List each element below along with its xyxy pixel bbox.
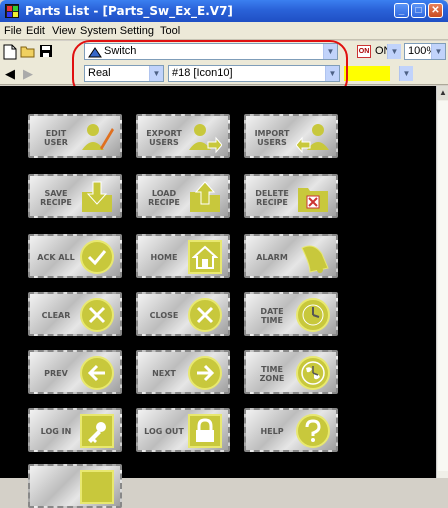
close-panel-button[interactable]: CLOSE — [136, 292, 230, 336]
edit-user-button[interactable]: EDIT USER — [28, 114, 122, 158]
bell-icon — [296, 240, 330, 274]
button-label: DELETE RECIPE — [255, 189, 289, 207]
button-label: HOME — [150, 253, 178, 262]
switch-icon — [88, 47, 102, 58]
chevron-down-icon[interactable]: ▼ — [387, 44, 401, 59]
button-label: TIME ZONE — [259, 365, 285, 383]
load-recipe-button[interactable]: LOAD RECIPE — [136, 174, 230, 218]
button-label: IMPORT USERS — [254, 129, 290, 147]
menu-system-setting[interactable]: System Setting — [80, 25, 154, 37]
chevron-down-icon[interactable]: ▼ — [325, 66, 339, 81]
icon-select[interactable]: #18 [Icon10] ▼ — [168, 65, 340, 82]
chevron-down-icon[interactable]: ▼ — [149, 66, 163, 81]
forward-arrow-icon[interactable]: ▶ — [20, 66, 36, 82]
part-type-select[interactable]: Switch ▼ — [84, 43, 338, 60]
menu-tool[interactable]: Tool — [160, 25, 180, 37]
chevron-down-icon[interactable]: ▼ — [431, 44, 445, 59]
toolbar-top: Switch ▼ ON ON ▼ 100% ▼ — [0, 41, 448, 63]
minimize-button[interactable]: _ — [394, 3, 409, 18]
x-circle-icon — [188, 298, 222, 332]
button-label: CLOSE — [149, 311, 179, 320]
finish-value: Real — [88, 67, 111, 79]
user-export-icon — [188, 120, 223, 154]
new-file-icon[interactable] — [2, 44, 18, 60]
button-label: HELP — [260, 427, 284, 436]
log-out-button[interactable]: LOG OUT — [136, 408, 230, 452]
user-edit-icon — [80, 120, 114, 154]
chevron-down-icon[interactable]: ▼ — [399, 66, 413, 81]
alarm-button[interactable]: ALARM — [244, 234, 338, 278]
scroll-thumb[interactable] — [438, 101, 448, 471]
parts-canvas: EDIT USER EXPORT USERS IMPORT USERS SAVE… — [0, 86, 436, 508]
partial-icon — [80, 470, 114, 504]
button-label: LOG IN — [40, 427, 72, 436]
button-label: NEXT — [152, 369, 176, 378]
maximize-button[interactable]: □ — [411, 3, 426, 18]
open-folder-icon[interactable] — [20, 44, 36, 60]
date-time-button[interactable]: DATE TIME — [244, 292, 338, 336]
folder-delete-icon — [296, 180, 330, 214]
user-import-icon — [295, 120, 330, 154]
chevron-down-icon[interactable]: ▼ — [323, 44, 337, 59]
lock-icon — [188, 414, 222, 448]
save-recipe-button[interactable]: SAVE RECIPE — [28, 174, 122, 218]
partial-button[interactable] — [28, 464, 122, 508]
delete-recipe-button[interactable]: DELETE RECIPE — [244, 174, 338, 218]
button-label: LOG OUT — [144, 427, 184, 436]
arrow-left-icon — [80, 356, 114, 390]
key-icon — [80, 414, 114, 448]
window-title: Parts List - [Parts_Sw_Ex_E.V7] — [25, 4, 233, 18]
next-button[interactable]: NEXT — [136, 350, 230, 394]
color-swatch[interactable] — [344, 66, 390, 81]
time-zone-button[interactable]: TIME ZONE — [244, 350, 338, 394]
button-label: ACK ALL — [37, 253, 75, 262]
vertical-scrollbar[interactable]: ▲ — [436, 86, 448, 478]
button-label: ALARM — [256, 253, 288, 262]
button-label: LOAD RECIPE — [148, 189, 180, 207]
back-arrow-icon[interactable]: ◀ — [2, 66, 18, 82]
log-in-button[interactable]: LOG IN — [28, 408, 122, 452]
prev-button[interactable]: PREV — [28, 350, 122, 394]
scroll-up-arrow-icon[interactable]: ▲ — [437, 86, 448, 100]
on-state-icon[interactable]: ON — [357, 45, 371, 58]
menu-edit[interactable]: Edit — [26, 25, 45, 37]
globe-clock-icon — [296, 356, 330, 390]
save-disk-icon[interactable] — [38, 44, 54, 60]
icon-value: #18 [Icon10] — [172, 67, 233, 79]
folder-load-icon — [188, 180, 222, 214]
menu-view[interactable]: View — [52, 25, 76, 37]
button-label: EDIT USER — [44, 129, 68, 147]
home-icon — [188, 240, 222, 274]
button-label: PREV — [44, 369, 68, 378]
color-select[interactable]: ▼ — [390, 65, 414, 82]
help-button[interactable]: HELP — [244, 408, 338, 452]
folder-save-icon — [80, 180, 114, 214]
finish-select[interactable]: Real ▼ — [84, 65, 164, 82]
question-icon — [296, 414, 330, 448]
check-icon — [80, 240, 114, 274]
export-users-button[interactable]: EXPORT USERS — [136, 114, 230, 158]
clear-button[interactable]: CLEAR — [28, 292, 122, 336]
button-label: SAVE RECIPE — [40, 189, 72, 207]
button-label: EXPORT USERS — [146, 129, 182, 147]
state-select[interactable]: ON ▼ — [372, 43, 402, 60]
menu-bar: File Edit View System Setting Tool — [0, 22, 448, 40]
import-users-button[interactable]: IMPORT USERS — [244, 114, 338, 158]
ack-all-button[interactable]: ACK ALL — [28, 234, 122, 278]
button-label: CLEAR — [41, 311, 71, 320]
toolbar-bottom: ◀ ▶ Real ▼ #18 [Icon10] ▼ ▼ — [0, 63, 448, 85]
title-bar: Parts List - [Parts_Sw_Ex_E.V7] _ □ ✕ — [0, 0, 448, 22]
menu-file[interactable]: File — [4, 25, 22, 37]
clock-icon — [296, 298, 330, 332]
arrow-right-icon — [188, 356, 222, 390]
close-button[interactable]: ✕ — [428, 3, 443, 18]
parts-list-window: Parts List - [Parts_Sw_Ex_E.V7] _ □ ✕ Fi… — [0, 0, 448, 508]
zoom-select[interactable]: 100% ▼ — [404, 43, 446, 60]
app-icon — [5, 4, 19, 18]
part-type-value: Switch — [104, 45, 137, 57]
button-label: DATE TIME — [260, 307, 284, 325]
home-button[interactable]: HOME — [136, 234, 230, 278]
x-circle-icon — [80, 298, 114, 332]
